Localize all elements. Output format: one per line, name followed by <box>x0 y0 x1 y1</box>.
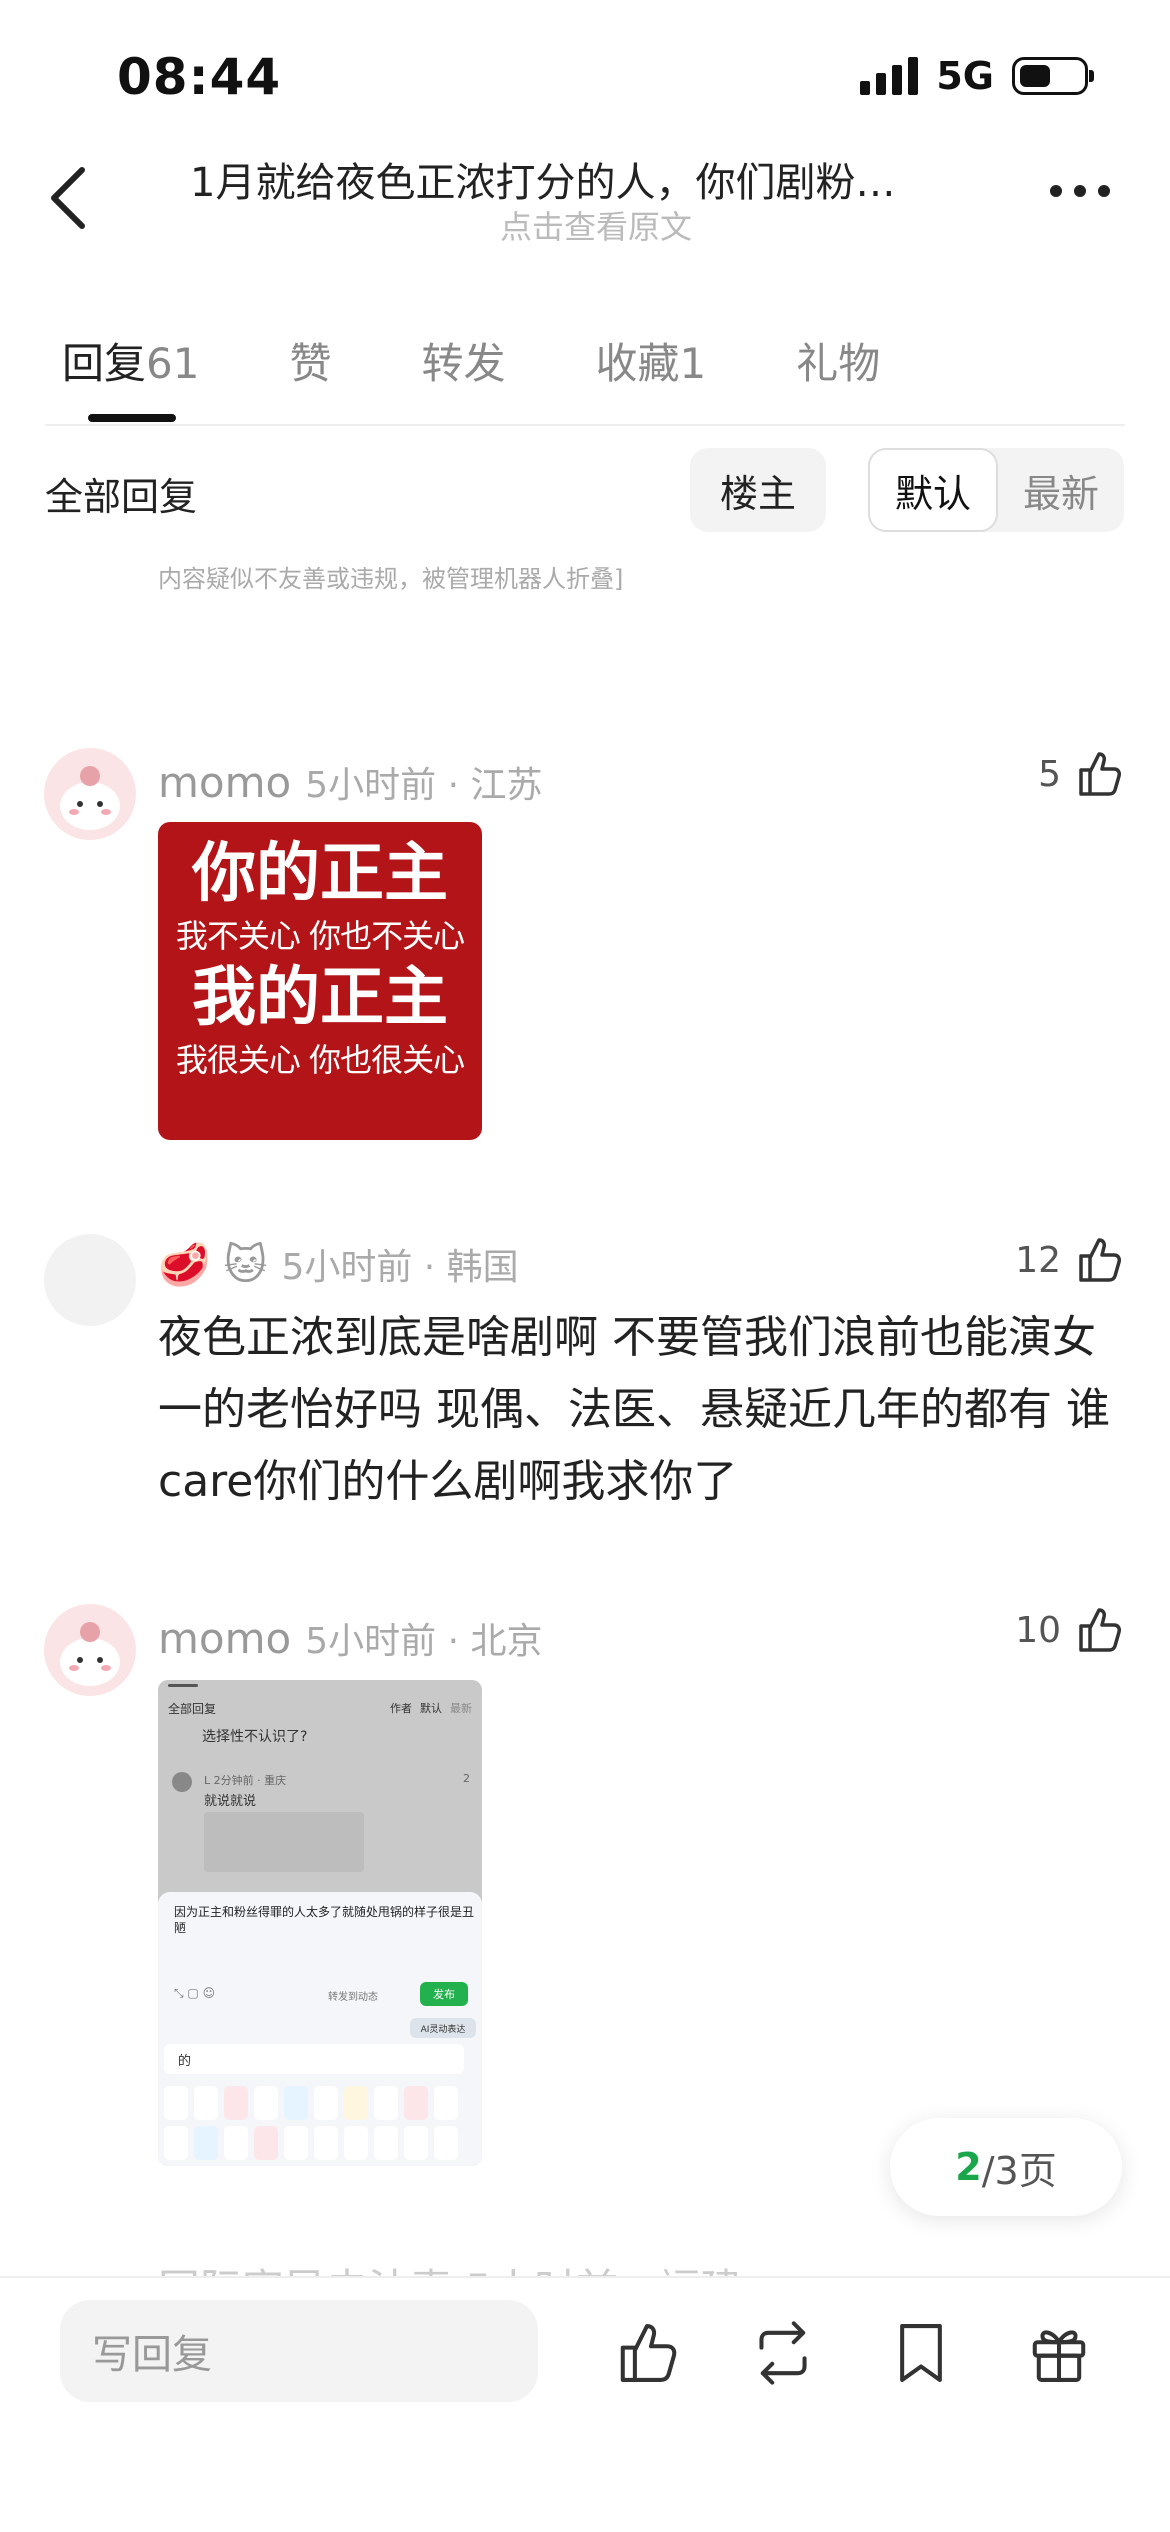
avatar[interactable] <box>44 1234 136 1326</box>
bookmark-icon[interactable] <box>886 2318 956 2388</box>
shot-btn: 作者 <box>390 1702 412 1715</box>
all-replies-label: 全部回复 <box>45 475 198 519</box>
status-time: 08:44 <box>117 48 282 106</box>
back-button[interactable] <box>40 158 100 238</box>
repost-icon[interactable] <box>748 2318 818 2388</box>
post-tabs: 回复61 赞 转发 收藏1 礼物 <box>62 330 970 391</box>
bottom-action-bar: 写回复 <box>0 2276 1170 2532</box>
thumbs-up-icon <box>1079 752 1121 796</box>
shot-draft: 因为正主和粉丝得罪的人太多了就随处甩锅的样子很是丑陋 <box>174 1905 475 1935</box>
username[interactable]: momo <box>158 758 291 807</box>
shot-reply-sheet: 因为正主和粉丝得罪的人太多了就随处甩锅的样子很是丑陋 ⤡ ▢ ☺ 转发到动态 发… <box>158 1892 482 2166</box>
like-button[interactable]: 5 <box>1038 748 1125 800</box>
shot-avatar <box>172 1772 192 1792</box>
shot-keyboard <box>164 2086 476 2160</box>
sort-latest-button[interactable]: 最新 <box>998 448 1124 532</box>
reply-input[interactable]: 写回复 <box>60 2300 538 2402</box>
thumbs-up-icon <box>1079 1238 1121 1282</box>
signal-icon <box>860 57 919 95</box>
shot-nested-reply <box>204 1812 364 1872</box>
username[interactable]: 🥩 🐱 <box>158 1240 267 1290</box>
sort-default-button[interactable]: 默认 <box>868 448 998 532</box>
comment-meta: momo 5小时前 · 江苏 <box>158 756 542 808</box>
screenshot-image[interactable]: 全部回复 作者 默认 最新 选择性不认识了? L 2分钟前 · 重庆 2 就说就… <box>158 1680 482 2166</box>
avatar[interactable] <box>44 748 136 840</box>
comment-time: 5小时前 · 韩国 <box>281 1247 519 1288</box>
shot-btn: 默认 <box>420 1702 442 1715</box>
meme-image[interactable]: 你的正主 我不关心 你也不关心 我的正主 我很关心 你也很关心 <box>158 822 482 1140</box>
chevron-left-icon <box>51 167 85 229</box>
gift-icon[interactable] <box>1024 2318 1094 2388</box>
meme-line: 我不关心 你也不关心 <box>175 917 465 955</box>
page-indicator[interactable]: 2/3页 <box>890 2118 1122 2216</box>
tab-favorites[interactable]: 收藏1 <box>596 330 707 391</box>
tab-reposts[interactable]: 转发 <box>421 330 505 391</box>
view-original-link[interactable]: 点击查看原文 <box>500 202 692 248</box>
like-count: 5 <box>1038 753 1061 795</box>
comment-meta: momo 5小时前 · 北京 <box>158 1612 542 1664</box>
shot-send-button: 发布 <box>420 1982 468 2006</box>
meme-line: 你的正主 <box>192 837 448 911</box>
op-only-button[interactable]: 楼主 <box>690 448 826 532</box>
shot-reply-text: 就说就说 <box>204 1794 257 1809</box>
comment-text: 夜色正浓到底是啥剧啊 不要管我们浪前也能演女一的老怡好吗 现偶、法医、悬疑近几年… <box>158 1312 1110 1507</box>
more-options-icon[interactable] <box>1050 185 1110 197</box>
meme-line: 我很关心 你也很关心 <box>175 1041 465 1079</box>
total-pages: /3页 <box>981 2148 1057 2193</box>
network-label: 5G <box>936 54 994 98</box>
post-title[interactable]: 1月就给夜色正浓打分的人，你们剧粉… <box>190 150 980 208</box>
like-count: 12 <box>1015 1239 1061 1281</box>
like-button[interactable]: 12 <box>1015 1234 1125 1286</box>
thumbs-up-icon[interactable] <box>612 2318 682 2388</box>
shot-header-buttons: 作者 默认 最新 <box>390 1700 472 1716</box>
shot-toolbar-icons: ⤡ ▢ ☺ <box>174 1986 216 2000</box>
shot-reply-meta: L 2分钟前 · 重庆 <box>204 1774 287 1787</box>
sort-toggle: 默认 最新 <box>868 448 1124 532</box>
meme-line: 我的正主 <box>192 961 448 1035</box>
shot-question: 选择性不认识了? <box>202 1729 308 1745</box>
shot-reply-likes: 2 <box>463 1772 470 1785</box>
folded-comment-note[interactable]: 内容疑似不友善或违规，被管理机器人折叠] <box>158 560 628 598</box>
shot-btn: 最新 <box>450 1702 472 1715</box>
shot-ai-label: AI灵动表达 <box>410 2018 476 2038</box>
shot-input: 的 <box>164 2044 464 2074</box>
battery-icon <box>1012 57 1094 95</box>
shot-bar <box>168 1684 198 1687</box>
avatar[interactable] <box>44 1604 136 1696</box>
avatar-image <box>44 1604 136 1696</box>
username[interactable]: momo <box>158 1614 291 1663</box>
tab-gifts[interactable]: 礼物 <box>796 330 880 391</box>
current-page: 2 <box>955 2145 982 2189</box>
thumbs-up-icon <box>1079 1608 1121 1652</box>
avatar-image <box>44 748 136 840</box>
active-tab-indicator <box>88 414 176 422</box>
tabs-divider <box>45 424 1125 426</box>
like-count: 10 <box>1015 1609 1061 1651</box>
shot-repost-label: 转发到动态 <box>328 1992 378 2003</box>
comment-time: 5小时前 · 江苏 <box>305 765 543 806</box>
shot-header: 全部回复 <box>168 1702 217 1716</box>
comment-time: 5小时前 · 北京 <box>305 1621 543 1662</box>
tab-likes[interactable]: 赞 <box>289 330 331 391</box>
like-button[interactable]: 10 <box>1015 1604 1125 1656</box>
tab-replies[interactable]: 回复61 <box>62 330 199 391</box>
comment-meta: 🥩 🐱 5小时前 · 韩国 <box>158 1238 519 1290</box>
status-indicators: 5G <box>860 54 1094 98</box>
